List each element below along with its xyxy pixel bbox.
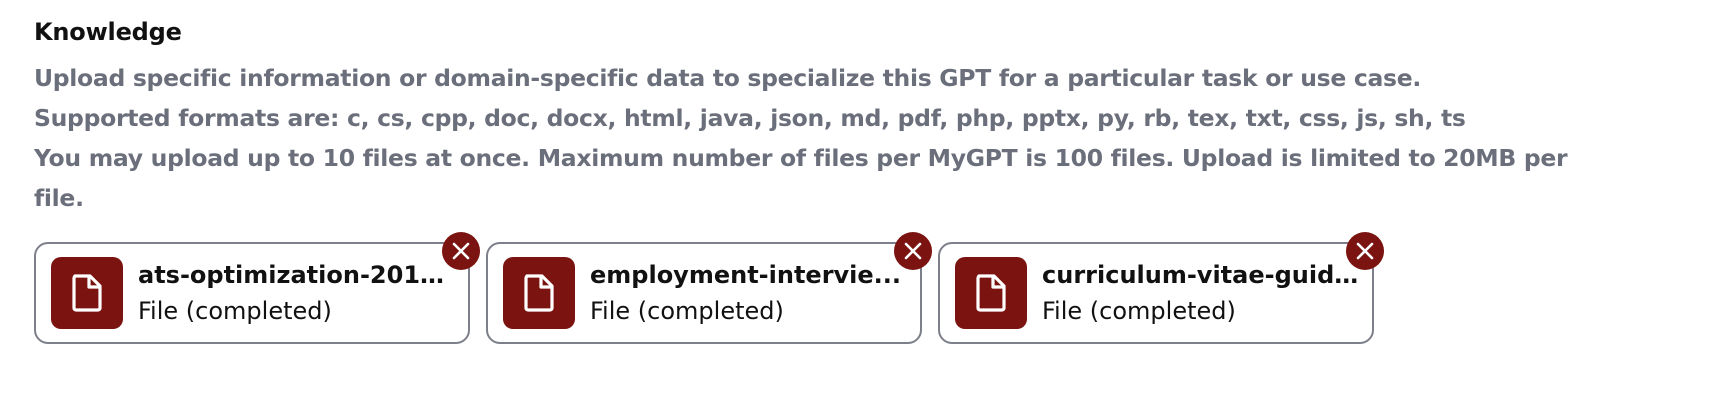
file-status: File (completed) <box>138 297 332 325</box>
remove-file-button[interactable] <box>442 232 480 270</box>
uploaded-files-list: ats-optimization-2015.... File (complete… <box>34 232 1384 344</box>
file-name: employment-intervie... <box>590 261 902 289</box>
file-card[interactable]: ats-optimization-2015.... File (complete… <box>34 232 480 344</box>
description-line: Supported formats are: c, cs, cpp, doc, … <box>34 104 1466 132</box>
description-line: Upload specific information or domain-sp… <box>34 64 1421 92</box>
section-title: Knowledge <box>34 18 182 46</box>
description-line: You may upload up to 10 files at once. M… <box>34 144 1568 212</box>
file-card[interactable]: employment-intervie... File (completed) <box>486 232 932 344</box>
file-text: curriculum-vitae-guid... File (completed… <box>1042 258 1360 328</box>
knowledge-section: Knowledge Upload specific information or… <box>34 12 1594 218</box>
knowledge-description: Upload specific information or domain-sp… <box>34 58 1594 218</box>
file-status: File (completed) <box>1042 297 1236 325</box>
close-icon <box>452 242 470 260</box>
file-text: ats-optimization-2015.... File (complete… <box>138 258 456 328</box>
remove-file-button[interactable] <box>894 232 932 270</box>
document-icon <box>955 257 1027 329</box>
remove-file-button[interactable] <box>1346 232 1384 270</box>
file-status: File (completed) <box>590 297 784 325</box>
file-card[interactable]: curriculum-vitae-guid... File (completed… <box>938 232 1384 344</box>
document-icon <box>51 257 123 329</box>
close-icon <box>904 242 922 260</box>
document-icon <box>503 257 575 329</box>
close-icon <box>1356 242 1374 260</box>
file-name: curriculum-vitae-guid... <box>1042 261 1360 289</box>
file-name: ats-optimization-2015.... <box>138 261 456 289</box>
file-text: employment-intervie... File (completed) <box>590 258 908 328</box>
